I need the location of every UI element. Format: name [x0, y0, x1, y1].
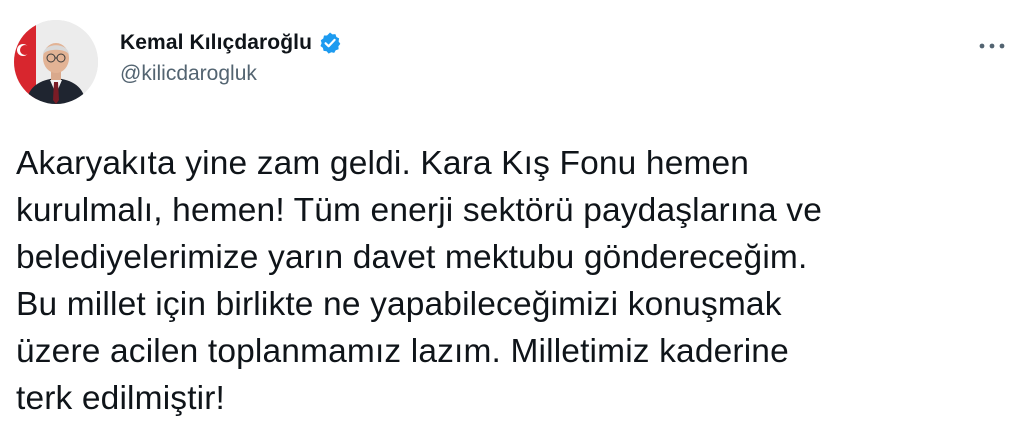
tweet-card: Kemal Kılıçdaroğlu @kilicdarogluk Akarya…	[0, 0, 1024, 442]
display-name[interactable]: Kemal Kılıçdaroğlu	[120, 31, 312, 55]
author-block: Kemal Kılıçdaroğlu @kilicdarogluk	[120, 29, 342, 86]
tweet-text: Akaryakıta yine zam geldi. Kara Kış Fonu…	[16, 145, 822, 417]
profile-photo-icon	[14, 20, 98, 104]
user-handle[interactable]: @kilicdarogluk	[120, 62, 342, 86]
name-row: Kemal Kılıçdaroğlu	[120, 29, 342, 57]
more-horizontal-icon	[979, 43, 1005, 49]
verified-badge-icon	[318, 31, 342, 55]
more-options-button[interactable]	[974, 32, 1010, 60]
avatar[interactable]	[14, 20, 98, 104]
